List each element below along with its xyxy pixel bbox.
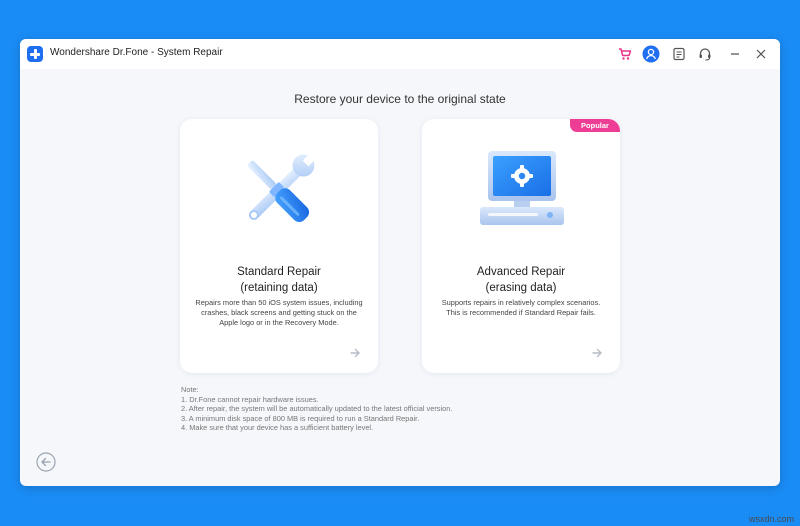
note-item: 4. Make sure that your device has a suff… (181, 423, 374, 433)
notes-label: Note: (181, 385, 199, 394)
tools-icon (247, 153, 316, 223)
advanced-repair-title: Advanced Repair (erasing data) (422, 264, 620, 296)
app-window: Wondershare Dr.Fone - System Repair Rest… (20, 39, 780, 486)
card-title-line1: Standard Repair (237, 266, 321, 278)
window-title: Wondershare Dr.Fone - System Repair (50, 47, 223, 58)
account-icon[interactable] (642, 45, 660, 63)
note-item: 3. A minimum disk space of 800 MB is req… (181, 413, 420, 423)
card-title-line2: (erasing data) (485, 282, 557, 294)
arrow-left-icon (36, 452, 56, 472)
minimize-icon[interactable] (726, 45, 744, 63)
notes-section: Note: 1. Dr.Fone cannot repair hardware … (181, 385, 452, 433)
computer-settings-icon (480, 151, 564, 225)
arrow-right-icon[interactable] (590, 346, 604, 360)
feedback-icon[interactable] (670, 45, 688, 63)
note-item: 1. Dr.Fone cannot repair hardware issues… (181, 394, 319, 404)
arrow-right-icon[interactable] (348, 346, 362, 360)
cart-icon[interactable] (616, 45, 634, 63)
standard-repair-title: Standard Repair (retaining data) (180, 264, 378, 296)
popular-badge: Popular (570, 119, 620, 132)
advanced-repair-description: Supports repairs in relatively complex s… (441, 298, 601, 317)
advanced-repair-card[interactable]: Popular Advanced Repair (erasing data) S… (422, 119, 620, 373)
standard-repair-card[interactable]: Standard Repair (retaining data) Repairs… (180, 119, 378, 373)
support-icon[interactable] (696, 45, 714, 63)
back-button[interactable] (36, 452, 56, 472)
drfone-logo-icon (27, 46, 43, 62)
close-icon[interactable] (752, 45, 770, 63)
card-title-line1: Advanced Repair (476, 266, 566, 278)
title-bar: Wondershare Dr.Fone - System Repair (20, 39, 780, 69)
standard-repair-description: Repairs more than 50 iOS system issues, … (195, 298, 363, 327)
watermark: wsxdn.com (748, 514, 794, 524)
note-item: 2. After repair, the system will be auto… (181, 404, 453, 414)
page-heading: Restore your device to the original stat… (294, 92, 506, 106)
card-title-line2: (retaining data) (240, 282, 318, 294)
